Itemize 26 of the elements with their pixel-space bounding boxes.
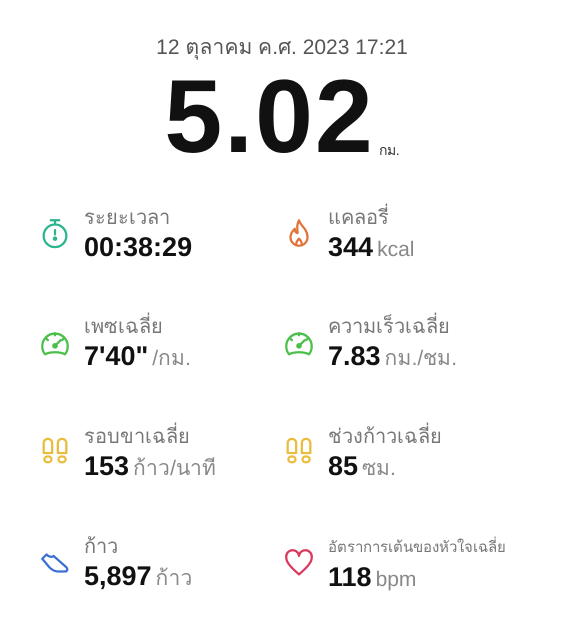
stat-value: 7'40" [84,340,148,372]
stat-value: 153 [84,450,130,482]
stat-value: 85 [328,450,358,482]
stat-value: 7.83 [328,340,381,372]
stat-label: ระยะเวลา [84,206,171,230]
stat-label: เพซเฉลี่ย [84,312,191,340]
stat-label: ช่วงก้าวเฉลี่ย [328,422,442,450]
stat-unit: /กม. [152,346,191,372]
stat-unit: bpm [376,568,416,592]
stat-label: แคลอรี่ [328,204,414,232]
date-time: 12 ตุลาคม ค.ศ. 2023 17:21 [155,35,409,62]
stat-label: ก้าว [84,534,119,560]
stat-value: 344 [328,232,374,262]
stat-unit: kcal [377,238,414,262]
stat-value: 118 [328,562,372,592]
stat-value: 00:38:29 [84,232,192,262]
stat-unit: ก้าว [156,566,193,592]
stat-unit: ซม. [362,456,396,482]
distance-value: 5.02 [164,65,375,169]
stat-label: ความเร็วเฉลี่ย [328,312,458,340]
stat-label: รอบขาเฉลี่ย [84,422,216,450]
distance-unit: กม. [378,141,400,160]
stat-label: อัตราการเต้นของหัวใจเฉลี่ย [328,536,506,558]
stat-unit: ก้าว/นาที [133,456,216,482]
stat-value: 5,897 [84,560,152,592]
stat-unit: กม./ชม. [384,346,458,372]
